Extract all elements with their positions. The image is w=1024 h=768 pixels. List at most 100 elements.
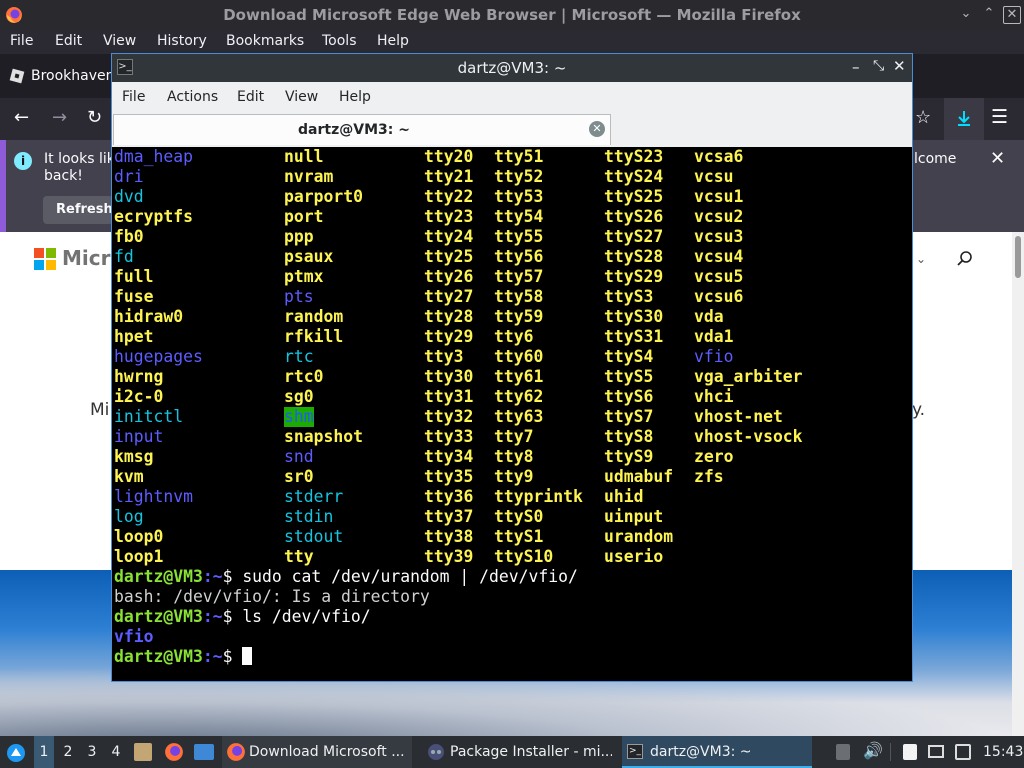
command-line-3[interactable]: dartz@VM3:~$ xyxy=(114,647,253,667)
terminal-window-title: dartz@VM3: ~ xyxy=(457,59,567,77)
ls-entry: userio xyxy=(604,547,664,566)
page-text-right: y. xyxy=(912,400,926,420)
ls-entry: rtc xyxy=(284,347,314,366)
clipboard-icon[interactable] xyxy=(836,744,850,760)
scrollbar-thumb[interactable] xyxy=(1015,236,1021,278)
forward-icon[interactable]: → xyxy=(52,107,67,128)
ls-entry: ttyS3 xyxy=(604,287,654,306)
minimize-icon[interactable]: – xyxy=(852,58,860,76)
notification-close-icon[interactable]: ✕ xyxy=(990,148,1005,169)
terminal-icon: >_ xyxy=(627,744,643,759)
menu-view[interactable]: View xyxy=(103,33,136,49)
prompt-symbol: $ xyxy=(222,647,243,666)
maximize-icon[interactable]: ⌃ xyxy=(980,5,998,23)
refresh-button[interactable]: Refresh xyxy=(43,196,113,224)
reload-icon[interactable]: ↻ xyxy=(87,107,102,128)
ls-entry: snapshot xyxy=(284,427,363,446)
close-icon[interactable]: ✕ xyxy=(893,57,906,75)
clock[interactable]: 15:43 xyxy=(983,736,1023,768)
terminal-menu-view[interactable]: View xyxy=(285,89,318,105)
ls-entry: fd xyxy=(114,247,134,266)
ls-entry: tty9 xyxy=(494,467,534,486)
menu-bookmarks[interactable]: Bookmarks xyxy=(226,33,304,49)
terminal-menu-help[interactable]: Help xyxy=(339,89,371,105)
search-icon[interactable] xyxy=(956,250,974,268)
ls-entry: tty39 xyxy=(424,547,474,566)
ls-entry: udmabuf xyxy=(604,467,674,486)
workspace-4[interactable]: 4 xyxy=(106,736,126,768)
terminal-titlebar[interactable]: >_ dartz@VM3: ~ – ⤡ ✕ xyxy=(112,54,912,82)
bookmark-star-icon[interactable]: ☆ xyxy=(915,107,931,128)
ls-entry: hwrng xyxy=(114,367,164,386)
ls-entry: ttyS27 xyxy=(604,227,664,246)
download-icon xyxy=(958,111,970,126)
ls-entry: port xyxy=(284,207,324,226)
workspace-3[interactable]: 3 xyxy=(82,736,102,768)
terminal-menu-actions[interactable]: Actions xyxy=(167,89,218,105)
ls-entry: vcsu xyxy=(694,167,734,186)
terminal-menu-edit[interactable]: Edit xyxy=(237,89,264,105)
ls-entry: tty59 xyxy=(494,307,544,326)
ls-entry: fb0 xyxy=(114,227,144,246)
terminal-tab[interactable]: dartz@VM3: ~ ✕ xyxy=(113,114,611,145)
ls-entry: urandom xyxy=(604,527,674,546)
firefox-launcher-icon[interactable] xyxy=(164,742,184,762)
ls-entry: vcsu6 xyxy=(694,287,744,306)
workspace-2[interactable]: 2 xyxy=(58,736,78,768)
command-line-1: dartz@VM3:~$ sudo cat /dev/urandom | /de… xyxy=(114,567,578,587)
prompt-user: dartz@VM3 xyxy=(114,567,203,586)
workspace-1[interactable]: 1 xyxy=(34,736,54,768)
browser-tab[interactable]: Brookhaven xyxy=(0,54,120,98)
ls-row: full ptmx tty26 tty57 ttyS29 vcsu5 xyxy=(114,267,910,287)
ls-entry: ttyS23 xyxy=(604,147,664,166)
volume-icon[interactable]: 🔊 xyxy=(863,741,883,760)
ls-entry: tty36 xyxy=(424,487,474,506)
task-terminal[interactable]: >_ dartz@VM3: ~ xyxy=(622,736,812,768)
chevron-down-icon[interactable]: ⌄ xyxy=(916,252,926,266)
ls-entry: ttyS8 xyxy=(604,427,654,446)
hamburger-menu-icon[interactable]: ☰ xyxy=(991,106,1008,128)
ls-entry: tty30 xyxy=(424,367,474,386)
minimize-icon[interactable]: ⌄ xyxy=(957,5,975,23)
firefox-titlebar: Download Microsoft Edge Web Browser | Mi… xyxy=(0,0,1024,30)
ls-entry: tty52 xyxy=(494,167,544,186)
page-scrollbar[interactable] xyxy=(1012,232,1024,736)
notes-icon[interactable] xyxy=(903,744,917,760)
ls-row: fd psaux tty25 tty56 ttyS28 vcsu4 xyxy=(114,247,910,267)
network-icon[interactable] xyxy=(928,745,944,758)
terminal-menu-file[interactable]: File xyxy=(122,89,145,105)
menu-file[interactable]: File xyxy=(10,33,33,49)
file-manager-icon[interactable] xyxy=(134,743,152,761)
downloads-button[interactable] xyxy=(944,98,984,140)
command-output-2: vfio xyxy=(114,627,154,646)
ls-row: fb0 ppp tty24 tty55 ttyS27 vcsu3 xyxy=(114,227,910,247)
task-package-installer[interactable]: Package Installer - mi... xyxy=(422,736,612,768)
back-icon[interactable]: ← xyxy=(14,107,29,128)
terminal-output[interactable]: dma_heap null tty20 tty51 ttyS23 vcsa6 dri nvra… xyxy=(114,147,910,680)
ls-row: hidraw0 random tty28 tty59 ttyS30 vda xyxy=(114,307,910,327)
close-icon[interactable]: ✕ xyxy=(1003,6,1021,24)
ls-entry: tty63 xyxy=(494,407,544,426)
ls-entry: fuse xyxy=(114,287,154,306)
updates-icon[interactable] xyxy=(955,744,971,760)
tab-close-icon[interactable]: ✕ xyxy=(589,121,605,137)
ls-entry: ttyS10 xyxy=(494,547,554,566)
maximize-icon[interactable]: ⤡ xyxy=(873,58,884,74)
menu-edit[interactable]: Edit xyxy=(55,33,82,49)
info-icon: i xyxy=(14,152,32,170)
ls-entry: tty3 xyxy=(424,347,464,366)
ls-entry: log xyxy=(114,507,144,526)
task-firefox[interactable]: Download Microsoft ... xyxy=(222,736,412,768)
ls-row: hugepages rtc tty3 tty60 ttyS4 vfio xyxy=(114,347,910,367)
firefox-icon xyxy=(227,743,245,761)
notification-text: It looks lik xyxy=(44,151,115,167)
command-text: sudo cat /dev/urandom | /dev/vfio/ xyxy=(242,567,578,586)
app-launcher-icon[interactable] xyxy=(6,743,26,763)
ls-entry: tty28 xyxy=(424,307,474,326)
ls-entry: ecryptfs xyxy=(114,207,193,226)
menu-tools[interactable]: Tools xyxy=(322,33,357,49)
menu-history[interactable]: History xyxy=(157,33,207,49)
show-desktop-icon[interactable] xyxy=(194,744,214,760)
ls-row: input snapshot tty33 tty7 ttyS8 vhost-vsock xyxy=(114,427,910,447)
menu-help[interactable]: Help xyxy=(377,33,409,49)
